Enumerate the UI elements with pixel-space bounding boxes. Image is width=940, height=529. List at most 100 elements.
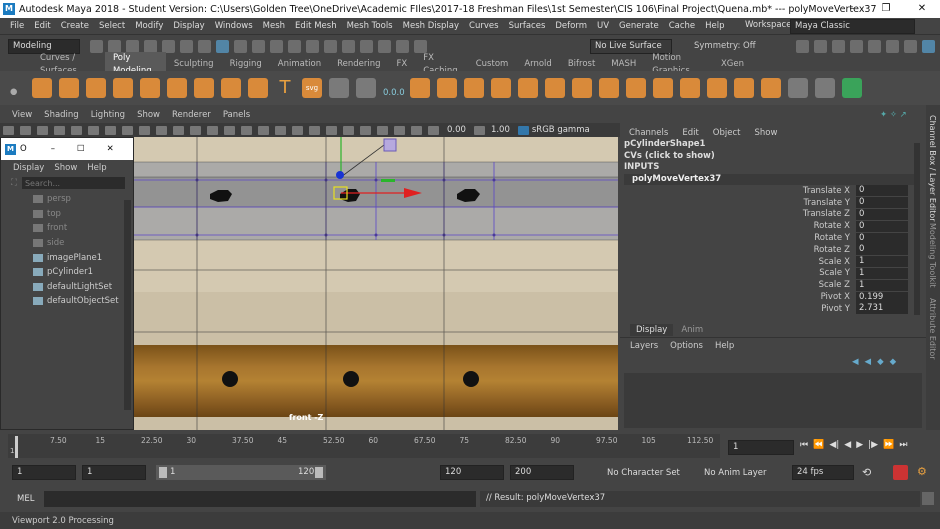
- menu-edit-mesh[interactable]: Edit Mesh: [295, 21, 337, 31]
- combine-icon[interactable]: [329, 78, 349, 98]
- menu-mesh-tools[interactable]: Mesh Tools: [347, 21, 393, 31]
- cb-attribute-value[interactable]: 2.731: [856, 303, 908, 315]
- target-weld-icon[interactable]: [707, 78, 727, 98]
- poly-cube-icon[interactable]: [59, 78, 79, 98]
- svg-tool-icon[interactable]: svg: [302, 78, 322, 98]
- outliner-scrollbar[interactable]: [124, 200, 131, 410]
- cb-attribute-row[interactable]: Rotate X0: [620, 220, 926, 232]
- outliner-item[interactable]: defaultObjectSet: [1, 294, 133, 309]
- cb-attribute-name[interactable]: Scale Z: [620, 280, 856, 290]
- layer-list[interactable]: [624, 373, 922, 428]
- vertex-mask-icon[interactable]: [234, 40, 247, 53]
- move-layer-down-icon[interactable]: ◀: [865, 357, 872, 367]
- outliner-item[interactable]: persp: [1, 192, 133, 207]
- playback-start-field[interactable]: 1: [82, 465, 146, 480]
- new-layer-selected-icon[interactable]: ◆: [890, 357, 897, 367]
- uv-mask-icon[interactable]: [288, 40, 301, 53]
- ambient-occlusion-icon[interactable]: [377, 125, 388, 135]
- cb-attribute-row[interactable]: Translate X0: [620, 185, 926, 197]
- command-input[interactable]: [44, 491, 476, 507]
- tab-custom[interactable]: Custom: [468, 58, 517, 71]
- cb-attribute-value[interactable]: 0: [856, 208, 908, 220]
- gamma-field[interactable]: 0.00: [447, 125, 466, 135]
- step-forward-key-icon[interactable]: ⏩: [883, 440, 894, 450]
- mirror-icon[interactable]: [464, 78, 484, 98]
- camera-attributes-icon[interactable]: [20, 125, 31, 135]
- outliner-item[interactable]: top: [1, 207, 133, 222]
- film-gate-icon[interactable]: [122, 125, 133, 135]
- mel-label[interactable]: MEL: [17, 494, 34, 504]
- poly-torus-icon[interactable]: [167, 78, 187, 98]
- cb-attribute-value[interactable]: 0: [856, 197, 908, 209]
- outliner-minimize-button[interactable]: –: [51, 144, 55, 154]
- bookmark-icon[interactable]: [37, 125, 48, 135]
- outliner-menu-help[interactable]: Help: [87, 163, 106, 173]
- append-icon[interactable]: [599, 78, 619, 98]
- outliner-item[interactable]: defaultLightSet: [1, 280, 133, 295]
- range-start-handle[interactable]: [159, 467, 167, 478]
- layers-menu-options[interactable]: Options: [670, 341, 703, 351]
- bridge-icon[interactable]: [518, 78, 538, 98]
- cb-attribute-value[interactable]: 0: [856, 244, 908, 256]
- move-layer-up-icon[interactable]: ◀: [852, 357, 859, 367]
- script-editor-icon[interactable]: [922, 492, 934, 505]
- menu-windows[interactable]: Windows: [215, 21, 253, 31]
- cb-attribute-row[interactable]: Scale X1: [620, 256, 926, 268]
- poly-cone-icon[interactable]: [113, 78, 133, 98]
- hypershade-icon[interactable]: [850, 40, 863, 53]
- collapse-icon[interactable]: [626, 78, 646, 98]
- tab-fx[interactable]: FX: [389, 58, 416, 71]
- cb-attribute-name[interactable]: Pivot Y: [620, 304, 856, 314]
- menu-surfaces[interactable]: Surfaces: [509, 21, 546, 31]
- tab-animation[interactable]: Animation: [270, 58, 329, 71]
- vp-menu-view[interactable]: View: [12, 110, 32, 120]
- resolution-gate-icon[interactable]: [139, 125, 150, 135]
- select-camera-icon[interactable]: [3, 125, 14, 135]
- cb-attribute-row[interactable]: Translate Z0: [620, 208, 926, 221]
- outliner-menu-show[interactable]: Show: [54, 163, 77, 173]
- side-tab-attribute-editor[interactable]: Attribute Editor: [928, 298, 937, 360]
- cb-attribute-row[interactable]: Pivot X 0.199: [620, 291, 926, 303]
- cb-attribute-value[interactable]: 0: [856, 185, 908, 197]
- isolate-select-icon[interactable]: [326, 125, 337, 135]
- menu-modify[interactable]: Modify: [135, 21, 163, 31]
- snap-grid-icon[interactable]: [342, 40, 355, 53]
- cb-menu-channels[interactable]: Channels: [629, 128, 668, 138]
- minimize-button[interactable]: –: [836, 0, 868, 18]
- poly-disc-icon[interactable]: [194, 78, 214, 98]
- current-frame-field[interactable]: 1: [728, 440, 794, 455]
- poly-plane-icon[interactable]: [140, 78, 160, 98]
- menu-edit[interactable]: Edit: [34, 21, 50, 31]
- cb-attribute-value[interactable]: 0: [856, 220, 908, 232]
- shadows-icon[interactable]: [309, 125, 320, 135]
- safe-action-icon[interactable]: [190, 125, 201, 135]
- cb-attribute-name[interactable]: Rotate X: [620, 221, 856, 231]
- wireframe-icon[interactable]: [224, 125, 235, 135]
- outliner-item[interactable]: pCylinder1: [1, 265, 133, 280]
- channel-box-toggle-icon[interactable]: [922, 40, 935, 53]
- cb-attribute-row[interactable]: Scale Z1: [620, 279, 926, 291]
- tab-anim-layers[interactable]: Anim: [681, 325, 703, 335]
- field-chart-icon[interactable]: [173, 125, 184, 135]
- menu-curves[interactable]: Curves: [469, 21, 499, 31]
- go-to-end-icon[interactable]: ⏭: [899, 440, 907, 450]
- poly-sphere-icon[interactable]: [32, 78, 52, 98]
- bevel-icon[interactable]: [545, 78, 565, 98]
- tab-xgen[interactable]: XGen: [713, 58, 752, 71]
- tab-sculpting[interactable]: Sculpting: [166, 58, 222, 71]
- vp-menu-renderer[interactable]: Renderer: [172, 110, 211, 120]
- render-frame-icon[interactable]: [796, 40, 809, 53]
- cb-node-name[interactable]: polyMoveVertex37: [624, 173, 914, 185]
- range-slider[interactable]: 1 120: [156, 465, 326, 480]
- cb-attribute-name[interactable]: Scale X: [620, 257, 856, 267]
- lock-icon[interactable]: [306, 40, 319, 53]
- menu-mesh-display[interactable]: Mesh Display: [403, 21, 459, 31]
- ipr-render-icon[interactable]: [814, 40, 827, 53]
- shelf-menu-icon[interactable]: ●: [10, 87, 17, 97]
- menu-create[interactable]: Create: [61, 21, 89, 31]
- tab-display-layers[interactable]: Display: [630, 324, 674, 336]
- face-mask-icon[interactable]: [270, 40, 283, 53]
- gate-mask-icon[interactable]: [156, 125, 167, 135]
- auto-key-icon[interactable]: [893, 465, 908, 480]
- anim-layer-dropdown[interactable]: No Anim Layer: [704, 468, 767, 478]
